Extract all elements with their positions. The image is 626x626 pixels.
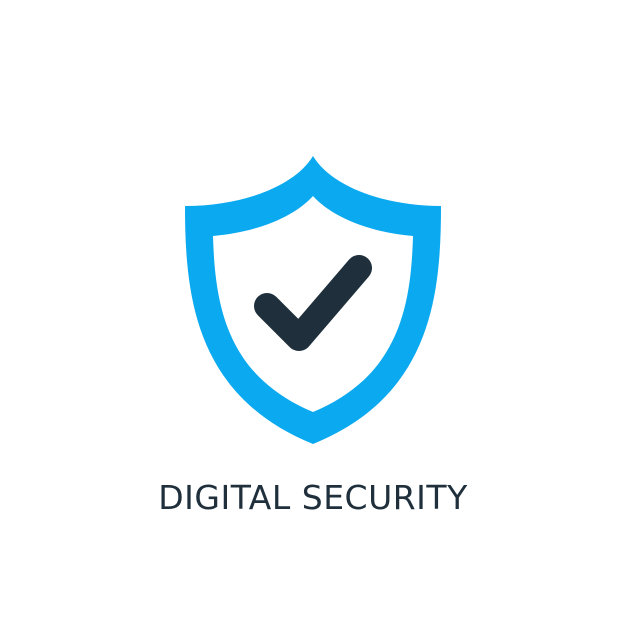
shield-icon xyxy=(183,156,443,446)
digital-security-canvas: DIGITAL SECURITY xyxy=(0,0,626,626)
caption-text: DIGITAL SECURITY xyxy=(158,478,468,517)
